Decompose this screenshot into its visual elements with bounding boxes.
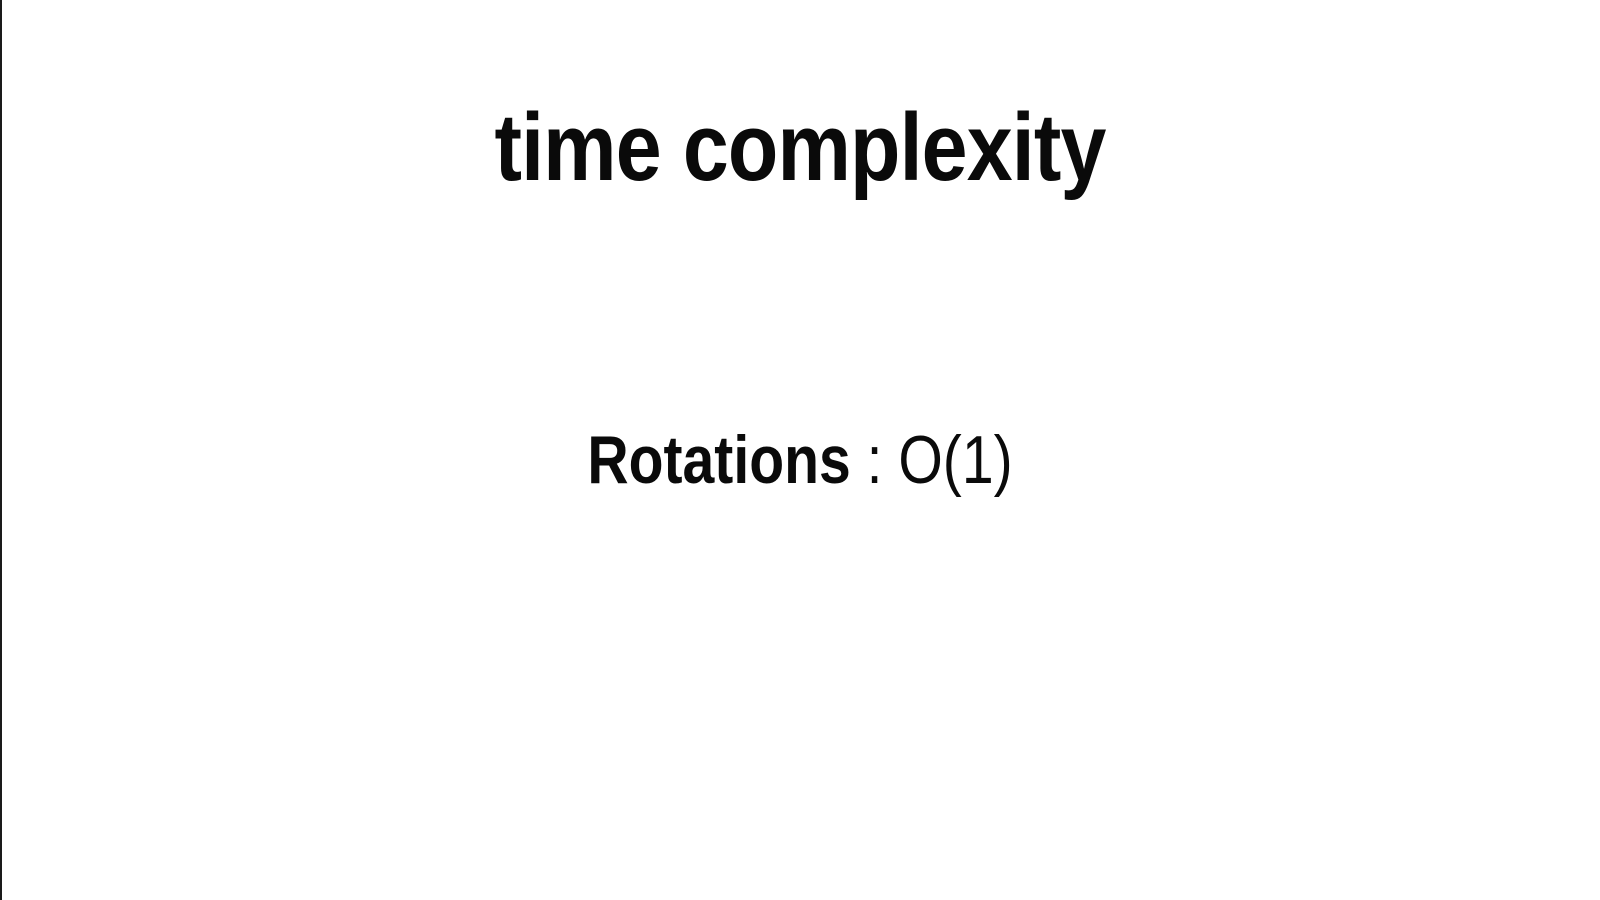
complexity-row-rotations: Rotations : O(1) [128, 418, 1472, 502]
slide-canvas: time complexity Rotations : O(1) [0, 0, 1600, 900]
slide-title: time complexity [494, 94, 1106, 201]
separator-colon: : [850, 422, 899, 498]
operation-name: Rotations [587, 422, 851, 498]
complexity-value: O(1) [898, 422, 1013, 498]
